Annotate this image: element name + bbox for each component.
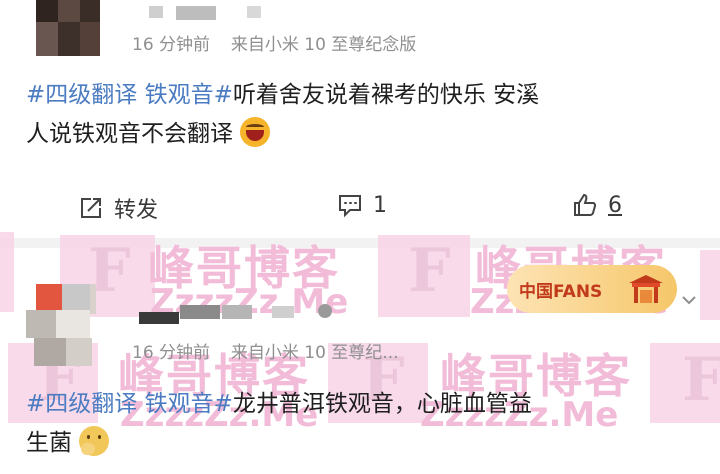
post-text-line: 龙井普洱铁观音，心脏血管益 xyxy=(232,391,532,417)
avatar[interactable] xyxy=(26,284,106,366)
username-redacted xyxy=(222,305,252,319)
post-source[interactable]: 来自小米 10 至尊纪... xyxy=(231,343,399,363)
fans-badge-label: 中国FANS xyxy=(519,281,603,302)
watermark-block xyxy=(700,250,720,320)
post-meta: 16 分钟前 来自小米 10 至尊纪... xyxy=(132,338,399,363)
username-redacted[interactable] xyxy=(149,6,163,18)
comment-button[interactable]: 1 xyxy=(337,192,387,218)
chevron-down-icon[interactable] xyxy=(680,291,698,309)
post-source[interactable]: 来自小米 10 至尊纪念版 xyxy=(231,35,416,55)
share-icon xyxy=(81,198,101,218)
thinking-face-icon xyxy=(79,426,110,456)
post-text: #四级翻译 铁观音#龙井普洱铁观音，心脏血管益 生菌 xyxy=(26,385,706,463)
timestamp: 16 分钟前 xyxy=(132,35,211,55)
repost-label: 转发 xyxy=(114,198,159,223)
thumbs-up-icon xyxy=(574,193,597,216)
timestamp: 16 分钟前 xyxy=(132,343,211,363)
username-redacted[interactable] xyxy=(139,312,179,324)
post-text-line: 人说铁观音不会翻译 xyxy=(26,121,233,147)
watermark-block xyxy=(378,235,470,317)
watermark-block xyxy=(0,232,14,312)
username-redacted xyxy=(247,6,261,18)
post-text: #四级翻译 铁观音#听着舍友说着裸考的快乐 安溪 人说铁观音不会翻译 xyxy=(26,76,706,154)
hashtag-link[interactable]: #四级翻译 铁观音# xyxy=(26,391,233,417)
laughing-face-icon xyxy=(240,117,271,147)
username-redacted xyxy=(272,306,294,318)
avatar[interactable] xyxy=(36,0,100,56)
like-count: 6 xyxy=(608,192,622,218)
fans-badge[interactable]: 中国FANS xyxy=(507,265,677,313)
username-redacted xyxy=(318,304,332,318)
comment-count: 1 xyxy=(373,192,387,218)
post-text-line: 听着舍友说着裸考的快乐 安溪 xyxy=(232,82,540,108)
username-redacted xyxy=(176,6,216,20)
hashtag-link[interactable]: #四级翻译 铁观音# xyxy=(26,82,233,108)
like-button[interactable]: 6 xyxy=(572,192,622,218)
repost-button[interactable]: 转发 xyxy=(78,192,158,224)
post-meta: 16 分钟前 来自小米 10 至尊纪念版 xyxy=(132,30,416,55)
post-text-line: 生菌 xyxy=(26,430,72,456)
comment-icon xyxy=(339,195,361,218)
username-redacted xyxy=(180,305,220,319)
gate-icon xyxy=(629,275,663,303)
